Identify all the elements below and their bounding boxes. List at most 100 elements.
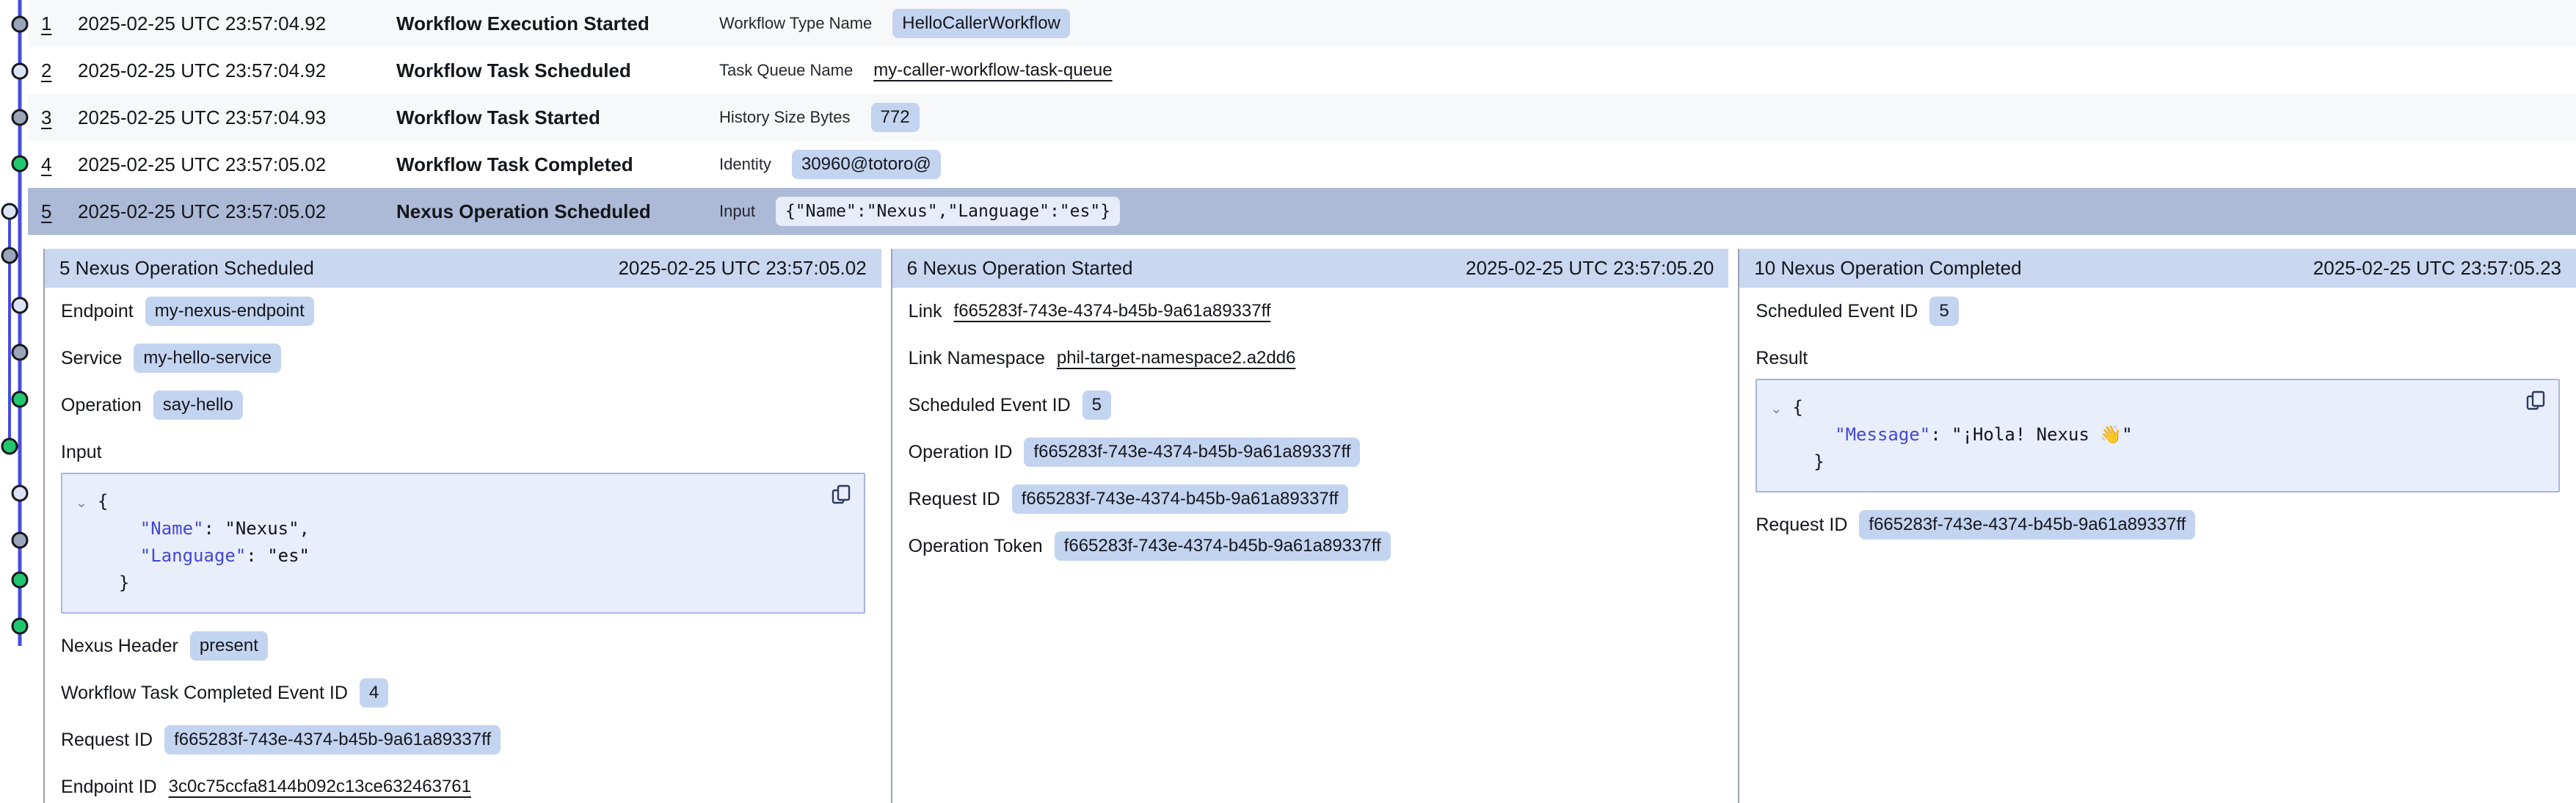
event-timestamp: 2025-02-25 UTC 23:57:04.92: [78, 12, 396, 35]
field-label: Result: [1755, 344, 2560, 373]
detail-field-row: Link Namespace phil-target-namespace2.a2d…: [909, 344, 1713, 373]
field-label: Scheduled Event ID: [1755, 301, 1918, 322]
field-value-link[interactable]: phil-target-namespace2.a2dd6: [1057, 348, 1296, 368]
event-name: Nexus Operation Scheduled: [396, 200, 719, 223]
field-label: Service: [61, 348, 122, 369]
json-value: {: [98, 491, 108, 512]
copy-button[interactable]: [829, 483, 854, 508]
json-code-line: "Language": "es": [76, 543, 851, 570]
json-code-line: "Message": "¡Hola! Nexus 👋": [1770, 422, 2545, 449]
event-id-link[interactable]: 1: [41, 12, 78, 35]
json-code-line: }: [1770, 449, 2545, 476]
event-name: Workflow Task Started: [396, 106, 719, 129]
event-timestamp: 2025-02-25 UTC 23:57:04.93: [78, 106, 396, 129]
event-attribute-badge: {"Name":"Nexus","Language":"es"}: [776, 197, 1120, 226]
field-label: Scheduled Event ID: [909, 395, 1071, 416]
panel-body: Link f665283f-743e-4374-b45b-9a61a89337ff…: [892, 288, 1729, 561]
event-detail-panel: 10 Nexus Operation Completed2025-02-25 U…: [1738, 249, 2576, 803]
event-attribute-badge: 772: [871, 103, 920, 132]
field-value-badge: f665283f-743e-4374-b45b-9a61a89337ff: [1859, 510, 2195, 539]
event-marker-green: [2, 439, 17, 454]
detail-field-row: Scheduled Event ID 5: [1755, 297, 2560, 326]
field-label: Input: [61, 437, 865, 467]
event-name: Workflow Task Scheduled: [396, 59, 719, 82]
field-value-link[interactable]: f665283f-743e-4374-b45b-9a61a89337ff: [954, 301, 1271, 321]
code-indent-spacer: [1770, 451, 1792, 476]
event-marker-light: [12, 298, 27, 313]
field-label: Request ID: [1755, 515, 1847, 536]
detail-field-row: Endpoint my-nexus-endpoint: [61, 297, 865, 326]
field-value-badge: 4: [360, 678, 388, 708]
field-value-badge: 5: [1083, 390, 1111, 420]
collapse-chevron-icon[interactable]: ⌄: [1770, 397, 1792, 422]
detail-field-row: Request IDf665283f-743e-4374-b45b-9a61a8…: [909, 484, 1713, 514]
field-label: Request ID: [61, 730, 153, 751]
field-value-badge: my-nexus-endpoint: [145, 297, 314, 326]
field-value-badge: say-hello: [153, 390, 243, 420]
field-value-badge: present: [190, 631, 268, 661]
event-marker-green: [12, 573, 27, 587]
json-key: "Name": [140, 518, 204, 539]
field-value-badge: f665283f-743e-4374-b45b-9a61a89337ff: [1012, 484, 1348, 514]
panel-body: Endpoint my-nexus-endpoint Servicemy-hello…: [45, 288, 881, 802]
event-timeline-graph: [0, 0, 44, 803]
event-table-row[interactable]: 52025-02-25 UTC 23:57:05.02Nexus Operati…: [28, 188, 2576, 235]
copy-button[interactable]: [2523, 389, 2548, 414]
event-detail-panel-header: 10 Nexus Operation Completed2025-02-25 U…: [1739, 249, 2576, 288]
event-attribute-link[interactable]: my-caller-workflow-task-queue: [873, 60, 1112, 81]
event-table-row[interactable]: 42025-02-25 UTC 23:57:05.02Workflow Task…: [28, 141, 2576, 188]
event-name: Workflow Task Completed: [396, 153, 719, 176]
event-attribute-badge: 30960@totoro@: [792, 150, 941, 179]
detail-field-row: Operation say-hello: [61, 390, 865, 420]
event-attribute-label: Identity: [719, 155, 771, 174]
detail-field-row: Servicemy-hello-service: [61, 344, 865, 373]
detail-field-row: Scheduled Event ID 5: [909, 390, 1713, 420]
detail-field-row: Nexus Header present: [61, 631, 865, 661]
event-detail-panels: 5 Nexus Operation Scheduled 2025-02-25 UT…: [0, 249, 2576, 803]
field-label: Nexus Header: [61, 636, 178, 657]
json-value: : "es": [246, 545, 310, 566]
field-value-badge: 5: [1929, 297, 1958, 326]
event-marker-green: [12, 392, 27, 407]
event-detail-panel: 5 Nexus Operation Scheduled2025-02-25 UT…: [43, 249, 881, 803]
event-id-link[interactable]: 2: [41, 59, 78, 82]
event-name: Workflow Execution Started: [396, 12, 719, 35]
panel-title: 5 Nexus Operation Scheduled: [59, 257, 314, 280]
event-marker-gray: [12, 345, 27, 360]
event-marker-gray: [12, 533, 27, 548]
json-key: "Message": [1835, 424, 1930, 445]
event-marker-light: [2, 204, 17, 219]
event-attribute-label: Workflow Type Name: [719, 14, 872, 33]
field-label: Link: [909, 301, 942, 322]
event-attribute-label: History Size Bytes: [719, 108, 851, 127]
json-value: : "Nexus",: [204, 518, 310, 539]
json-payload-viewer: ⌄{ "Message": "¡Hola! Nexus 👋" }: [1755, 379, 2560, 493]
detail-field-row: Endpoint ID3c0c75ccfa8144b092c13ce632463…: [61, 772, 865, 802]
panel-timestamp: 2025-02-25 UTC 23:57:05.23: [2313, 257, 2561, 280]
event-table-row[interactable]: 22025-02-25 UTC 23:57:04.92Workflow Task…: [28, 47, 2576, 94]
event-marker-green: [12, 619, 27, 633]
event-id-link[interactable]: 5: [41, 200, 78, 223]
event-marker-gray: [12, 17, 27, 32]
event-id-link[interactable]: 3: [41, 106, 78, 129]
event-table-row[interactable]: 32025-02-25 UTC 23:57:04.93Workflow Task…: [28, 94, 2576, 141]
field-value-link[interactable]: 3c0c75ccfa8144b092c13ce632463761: [169, 777, 471, 797]
event-marker-gray: [12, 110, 27, 125]
json-key: "Language": [140, 545, 247, 566]
json-payload-viewer: ⌄{ "Name": "Nexus", "Language": "es" }: [61, 473, 865, 614]
copy-icon: [830, 484, 852, 506]
json-code-line: "Name": "Nexus",: [76, 516, 851, 543]
field-label: Workflow Task Completed Event ID: [61, 683, 348, 704]
field-label: Operation: [61, 395, 142, 416]
json-code-line: ⌄{: [1770, 395, 2545, 422]
event-table-row[interactable]: 12025-02-25 UTC 23:57:04.92Workflow Exec…: [28, 0, 2576, 47]
event-timestamp: 2025-02-25 UTC 23:57:05.02: [78, 153, 396, 176]
event-id-link[interactable]: 4: [41, 153, 78, 176]
field-label: Endpoint: [61, 301, 134, 322]
field-label: Link Namespace: [909, 348, 1045, 369]
collapse-chevron-icon[interactable]: ⌄: [76, 491, 98, 516]
event-marker-green: [12, 156, 27, 171]
detail-field-row: Request IDf665283f-743e-4374-b45b-9a61a8…: [61, 725, 865, 755]
panel-title: 6 Nexus Operation Started: [907, 257, 1133, 280]
detail-field-row: Request ID f665283f-743e-4374-b45b-9a61a8…: [1755, 510, 2560, 539]
